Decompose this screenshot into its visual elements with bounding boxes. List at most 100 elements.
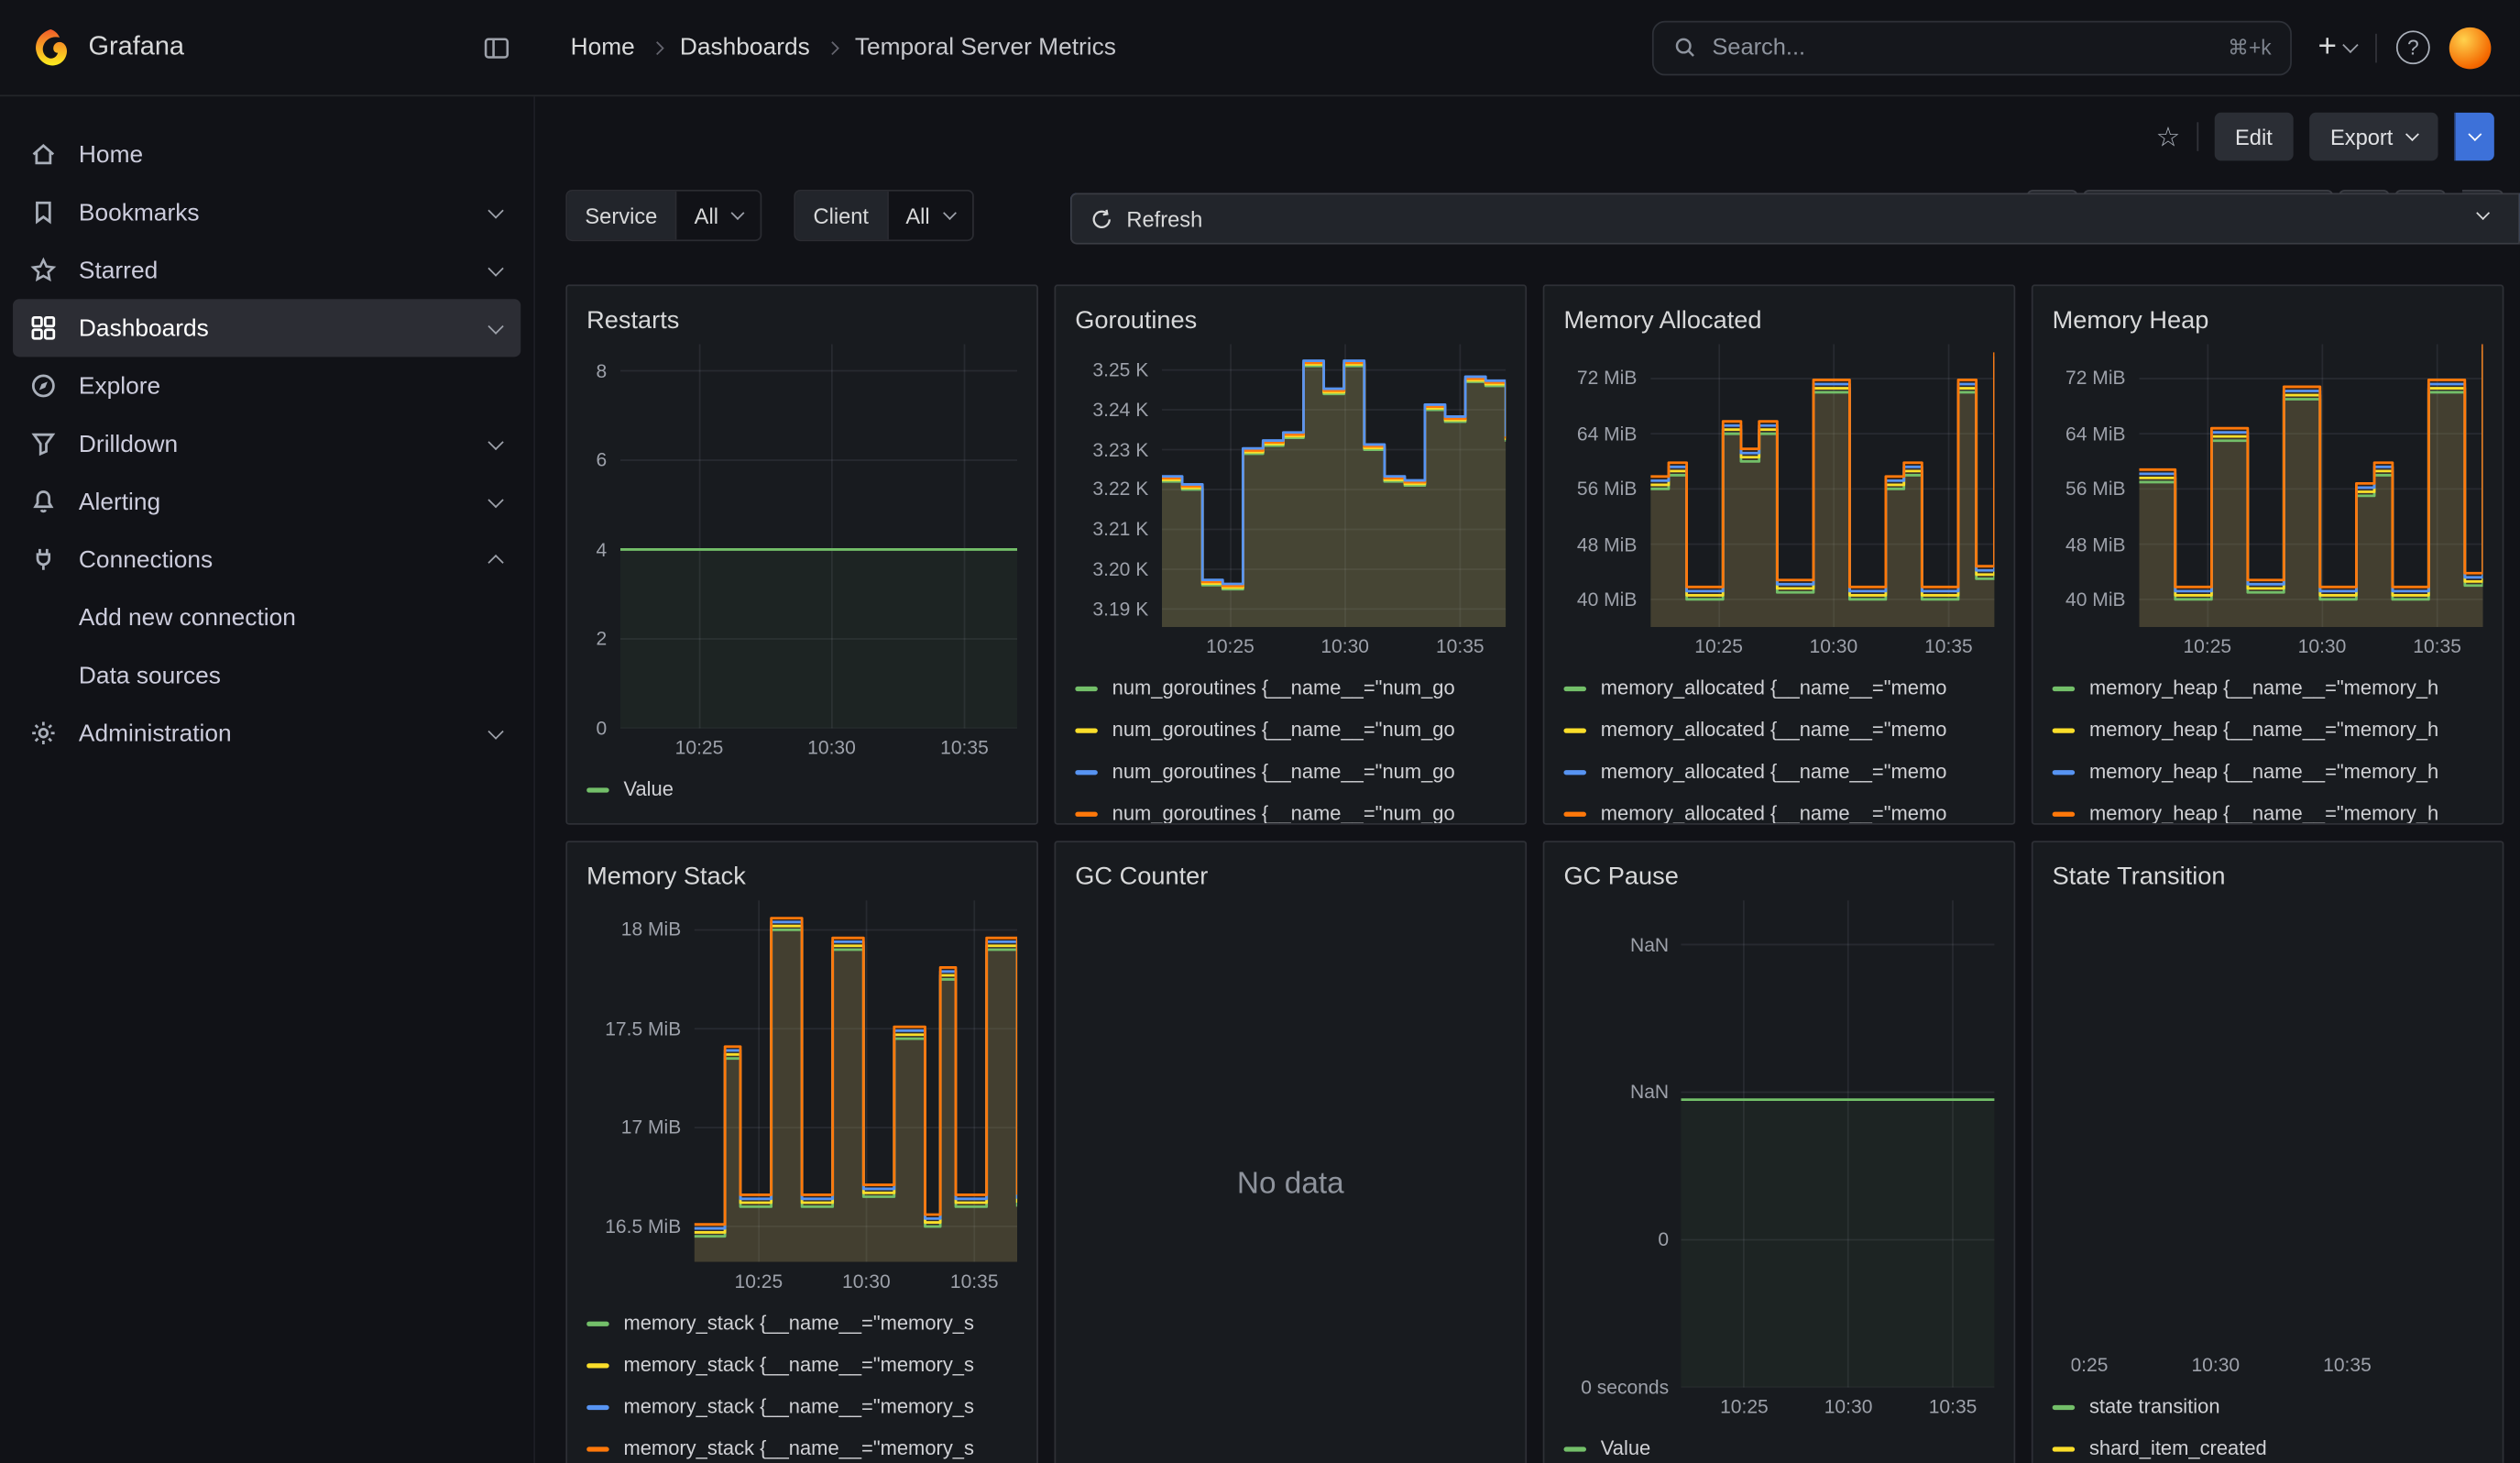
legend-item[interactable]: memory_allocated {__name__="memo <box>1563 667 1994 710</box>
legend-item[interactable]: num_goroutines {__name__="num_go <box>1075 709 1506 751</box>
y-axis: 40 MiB48 MiB56 MiB64 MiB72 MiB <box>1563 344 1649 627</box>
legend-item[interactable]: memory_allocated {__name__="memo <box>1563 793 1994 825</box>
legend-item[interactable]: memory_stack {__name__="memory_s <box>586 1303 1017 1345</box>
filter-value-dropdown[interactable]: All <box>886 192 971 240</box>
sidebar-item-explore[interactable]: Explore <box>13 357 520 414</box>
x-tick-label: 10:25 <box>735 1270 783 1293</box>
chevron-down-icon <box>488 318 503 334</box>
x-tick-label: 10:30 <box>2298 635 2347 658</box>
legend-item[interactable]: memory_allocated {__name__="memo <box>1563 751 1994 793</box>
sidebar-item-alerting[interactable]: Alerting <box>13 473 520 531</box>
refresh-button[interactable]: Refresh <box>1070 192 2520 244</box>
chart-area: 3.19 K3.20 K3.21 K3.22 K3.23 K3.24 K3.25… <box>1075 344 1506 627</box>
sidebar-item-dashboards[interactable]: Dashboards <box>13 299 520 357</box>
sidebar-item-home[interactable]: Home <box>13 126 520 183</box>
plot-area[interactable] <box>1682 900 1994 1387</box>
breadcrumb-dashboards[interactable]: Dashboards <box>680 34 810 61</box>
breadcrumb-home[interactable]: Home <box>571 34 635 61</box>
x-axis: 10:2510:3010:35 <box>1682 1388 1994 1420</box>
favorite-star-icon[interactable]: ☆ <box>2156 123 2181 150</box>
help-icon[interactable]: ? <box>2396 30 2430 64</box>
legend-item[interactable]: num_goroutines {__name__="num_go <box>1075 667 1506 710</box>
share-dropdown[interactable] <box>2454 113 2494 161</box>
legend-item[interactable]: Value <box>1563 1427 1994 1463</box>
export-label: Export <box>2330 125 2393 148</box>
filter-label: Service <box>567 192 675 240</box>
search-field[interactable] <box>1712 35 2213 60</box>
controls-row: ServiceAllClientAll Last 15 minutes <box>565 190 2504 241</box>
plot-area[interactable] <box>1161 344 1506 627</box>
panel-title[interactable]: GC Counter <box>1075 855 1506 900</box>
legend-series-marker <box>586 1362 609 1367</box>
legend-item[interactable]: num_goroutines {__name__="num_go <box>1075 793 1506 825</box>
sidebar-item-label: Administration <box>79 720 469 747</box>
panel-title[interactable]: State Transition <box>2053 855 2483 900</box>
legend: Value <box>1563 1420 1994 1463</box>
chart-area <box>2053 900 2483 1346</box>
x-tick-label: 10:30 <box>807 736 856 759</box>
panel-title[interactable]: Restarts <box>586 299 1017 344</box>
panel-title[interactable]: Memory Heap <box>2053 299 2483 344</box>
legend-item[interactable]: memory_stack {__name__="memory_s <box>586 1344 1017 1386</box>
search-input[interactable]: ⌘+k <box>1652 20 2292 75</box>
sidebar-item-administration[interactable]: Administration <box>13 704 520 762</box>
legend-item[interactable]: num_goroutines {__name__="num_go <box>1075 751 1506 793</box>
y-tick-label: 8 <box>596 359 607 382</box>
y-tick-label: 18 MiB <box>621 918 682 941</box>
plot-area[interactable] <box>2139 344 2483 627</box>
y-tick-label: 56 MiB <box>1577 478 1638 500</box>
plot-area[interactable] <box>1649 344 1994 627</box>
panel-restarts: Restarts0246810:2510:3010:35Value <box>565 284 1038 824</box>
legend-item[interactable]: Value <box>586 768 1017 810</box>
panel-title[interactable]: Goroutines <box>1075 299 1506 344</box>
legend-item[interactable]: memory_stack {__name__="memory_s <box>586 1386 1017 1428</box>
panel-title[interactable]: Memory Allocated <box>1563 299 1994 344</box>
legend-series-label: memory_heap {__name__="memory_h <box>2089 719 2438 742</box>
panel-title[interactable]: GC Pause <box>1563 855 1994 900</box>
export-button[interactable]: Export <box>2309 113 2438 161</box>
dashboard-grid: Restarts0246810:2510:3010:35Value Gorouti… <box>565 284 2504 1463</box>
legend: memory_heap {__name__="memory_h memory_he… <box>2053 659 2483 825</box>
y-axis: 40 MiB48 MiB56 MiB64 MiB72 MiB <box>2053 344 2139 627</box>
filter-value-dropdown[interactable]: All <box>675 192 761 240</box>
edit-button[interactable]: Edit <box>2214 113 2293 161</box>
legend-series-label: memory_heap {__name__="memory_h <box>2089 761 2438 784</box>
sidebar-item-data-sources[interactable]: Data sources <box>13 646 520 704</box>
legend-item[interactable]: memory_heap {__name__="memory_h <box>2053 751 2483 793</box>
y-tick-label: 3.24 K <box>1092 399 1148 422</box>
brand-name: Grafana <box>88 32 184 62</box>
filter-service: ServiceAll <box>565 190 761 241</box>
chevron-up-icon <box>488 554 503 569</box>
y-axis: 0 seconds0NaNNaN <box>1563 900 1682 1387</box>
y-tick-label: 72 MiB <box>2065 368 2126 390</box>
user-avatar[interactable] <box>2449 27 2492 69</box>
sidebar-item-bookmarks[interactable]: Bookmarks <box>13 183 520 241</box>
grafana-logo-icon[interactable] <box>29 26 72 69</box>
apps-icon <box>29 314 59 343</box>
legend-series-marker <box>2053 1404 2076 1409</box>
legend-item[interactable]: memory_stack {__name__="memory_s <box>586 1427 1017 1463</box>
plot-area[interactable] <box>619 344 1017 728</box>
sidebar-item-drilldown[interactable]: Drilldown <box>13 414 520 472</box>
chart-svg <box>1682 900 1994 1387</box>
sidebar-item-add-new-connection[interactable]: Add new connection <box>13 588 520 646</box>
x-tick-label: 10:25 <box>2183 635 2231 658</box>
gear-icon <box>29 719 59 748</box>
sidebar-item-connections[interactable]: Connections <box>13 531 520 588</box>
legend: num_goroutines {__name__="num_gonum_goro… <box>1075 659 1506 825</box>
legend-item[interactable]: memory_allocated {__name__="memo <box>1563 709 1994 751</box>
legend-item[interactable]: memory_heap {__name__="memory_h <box>2053 667 2483 710</box>
panel-title[interactable]: Memory Stack <box>586 855 1017 900</box>
legend-series-marker <box>1563 728 1586 732</box>
legend-item[interactable]: memory_heap {__name__="memory_h <box>2053 709 2483 751</box>
plot-area[interactable] <box>694 900 1017 1262</box>
plot-area[interactable] <box>2072 900 2483 1346</box>
legend-item[interactable]: state transition <box>2053 1386 2483 1428</box>
sidebar-item-label: Add new connection <box>79 604 501 632</box>
legend-item[interactable]: shard_item_created <box>2053 1427 2483 1463</box>
legend-item[interactable]: memory_heap {__name__="memory_h <box>2053 793 2483 825</box>
add-new-button[interactable]: + <box>2318 29 2357 66</box>
sidebar-item-starred[interactable]: Starred <box>13 241 520 299</box>
refresh-split-button: Refresh <box>2462 190 2504 241</box>
sidebar-toggle-icon[interactable] <box>480 31 512 63</box>
